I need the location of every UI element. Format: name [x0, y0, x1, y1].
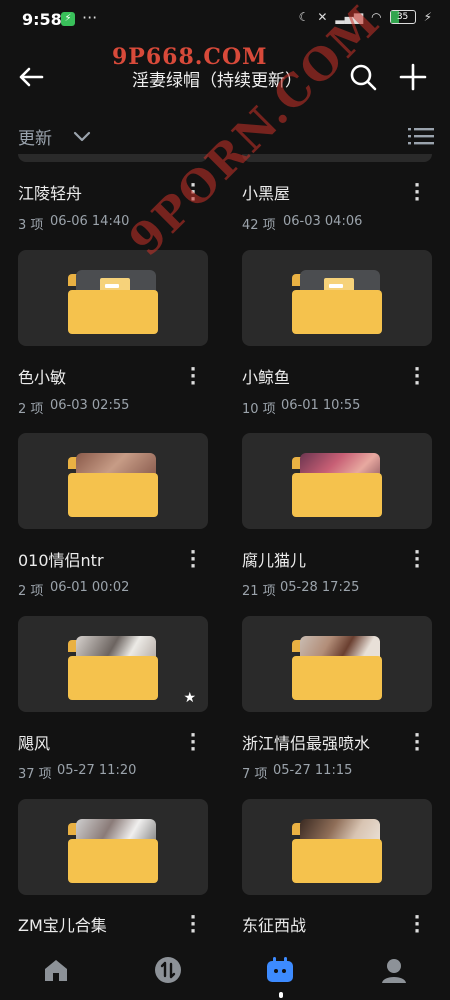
- more-options-icon[interactable]: · · ·: [412, 544, 422, 576]
- folder-count: 7 项: [242, 767, 268, 782]
- more-options-icon[interactable]: · · ·: [412, 177, 422, 209]
- profile-icon[interactable]: [380, 956, 408, 984]
- more-options-icon[interactable]: · · ·: [412, 727, 422, 759]
- folder-tile[interactable]: [242, 433, 432, 529]
- notification-app-icon: ⚡: [61, 12, 75, 26]
- do-not-disturb-icon: ☾: [298, 10, 310, 24]
- folder-icon: [292, 819, 382, 883]
- folder-icon: [292, 636, 382, 700]
- folder-tile-peek: [18, 154, 208, 162]
- folder-name[interactable]: 浙江情侣最强喷水: [242, 730, 370, 754]
- folder-icon: [68, 453, 158, 517]
- folder-tile[interactable]: [18, 433, 208, 529]
- folder-tile[interactable]: ★: [18, 616, 208, 712]
- battery-level: 35: [396, 12, 409, 22]
- folder-date: 06-01 00:02: [50, 580, 130, 595]
- files-icon[interactable]: [266, 956, 294, 984]
- folder-name[interactable]: 小黑屋: [242, 180, 290, 204]
- folder-icon: [68, 270, 158, 334]
- folder-count: 42 项: [242, 218, 276, 233]
- folder-name[interactable]: ZM宝儿合集: [18, 912, 107, 936]
- more-options-icon[interactable]: · · ·: [188, 361, 198, 393]
- star-icon: ★: [183, 690, 196, 706]
- folder-icon: [292, 453, 382, 517]
- folder-name[interactable]: 小鲸鱼: [242, 364, 290, 388]
- folder-name[interactable]: 腐儿猫儿: [242, 547, 306, 571]
- charging-icon: ⚡: [423, 10, 432, 24]
- folder-count: 3 项: [18, 218, 44, 233]
- more-options-icon[interactable]: · · ·: [412, 909, 422, 941]
- folder-tile[interactable]: [242, 616, 432, 712]
- sort-dropdown[interactable]: 更新: [18, 124, 52, 149]
- more-options-icon[interactable]: · · ·: [188, 909, 198, 941]
- folder-date: 06-03 02:55: [50, 398, 130, 413]
- folder-date: 06-06 14:40: [50, 214, 130, 229]
- folder-icon: [68, 636, 158, 700]
- more-options-icon[interactable]: · · ·: [412, 361, 422, 393]
- folder-count: 37 项: [18, 767, 52, 782]
- folder-tile-peek: [242, 154, 432, 162]
- app-bar: 淫妻绿帽（持续更新）: [0, 54, 450, 100]
- folder-date: 05-27 11:20: [57, 763, 137, 778]
- more-options-icon[interactable]: · · ·: [188, 544, 198, 576]
- status-time: 9:58: [22, 10, 62, 29]
- add-icon[interactable]: [398, 62, 428, 92]
- folder-name[interactable]: 江陵轻舟: [18, 180, 82, 204]
- vibrate-off-icon: ✕: [317, 10, 328, 24]
- folder-tile[interactable]: [18, 799, 208, 895]
- home-icon[interactable]: [42, 956, 70, 984]
- folder-date: 06-03 04:06: [283, 214, 363, 229]
- more-notifications-icon: ···: [82, 8, 98, 27]
- folder-date: 05-27 11:15: [273, 763, 353, 778]
- back-arrow-icon[interactable]: [16, 62, 46, 92]
- folder-count: 10 项: [242, 402, 276, 417]
- folder-tile[interactable]: [242, 250, 432, 346]
- folder-name[interactable]: 色小敏: [18, 364, 66, 388]
- more-options-icon[interactable]: · · ·: [188, 727, 198, 759]
- folder-count: 2 项: [18, 402, 44, 417]
- battery-icon: 35: [389, 10, 416, 24]
- chevron-down-icon[interactable]: [72, 126, 92, 146]
- list-view-icon[interactable]: [408, 124, 434, 148]
- active-tab-indicator: [279, 992, 283, 998]
- folder-icon: [292, 270, 382, 334]
- folder-count: 2 项: [18, 584, 44, 599]
- bottom-navigation: [0, 936, 450, 1000]
- folder-name[interactable]: 飓风: [18, 730, 50, 754]
- folder-name[interactable]: 东征西战: [242, 912, 306, 936]
- folder-tile[interactable]: [242, 799, 432, 895]
- folder-icon: [68, 819, 158, 883]
- folder-name[interactable]: 010情侣ntr: [18, 547, 104, 571]
- transfer-icon[interactable]: [154, 956, 182, 984]
- folder-tile[interactable]: [18, 250, 208, 346]
- folder-date: 06-01 10:55: [281, 398, 361, 413]
- folder-date: 05-28 17:25: [280, 580, 360, 595]
- folder-count: 21 项: [242, 584, 276, 599]
